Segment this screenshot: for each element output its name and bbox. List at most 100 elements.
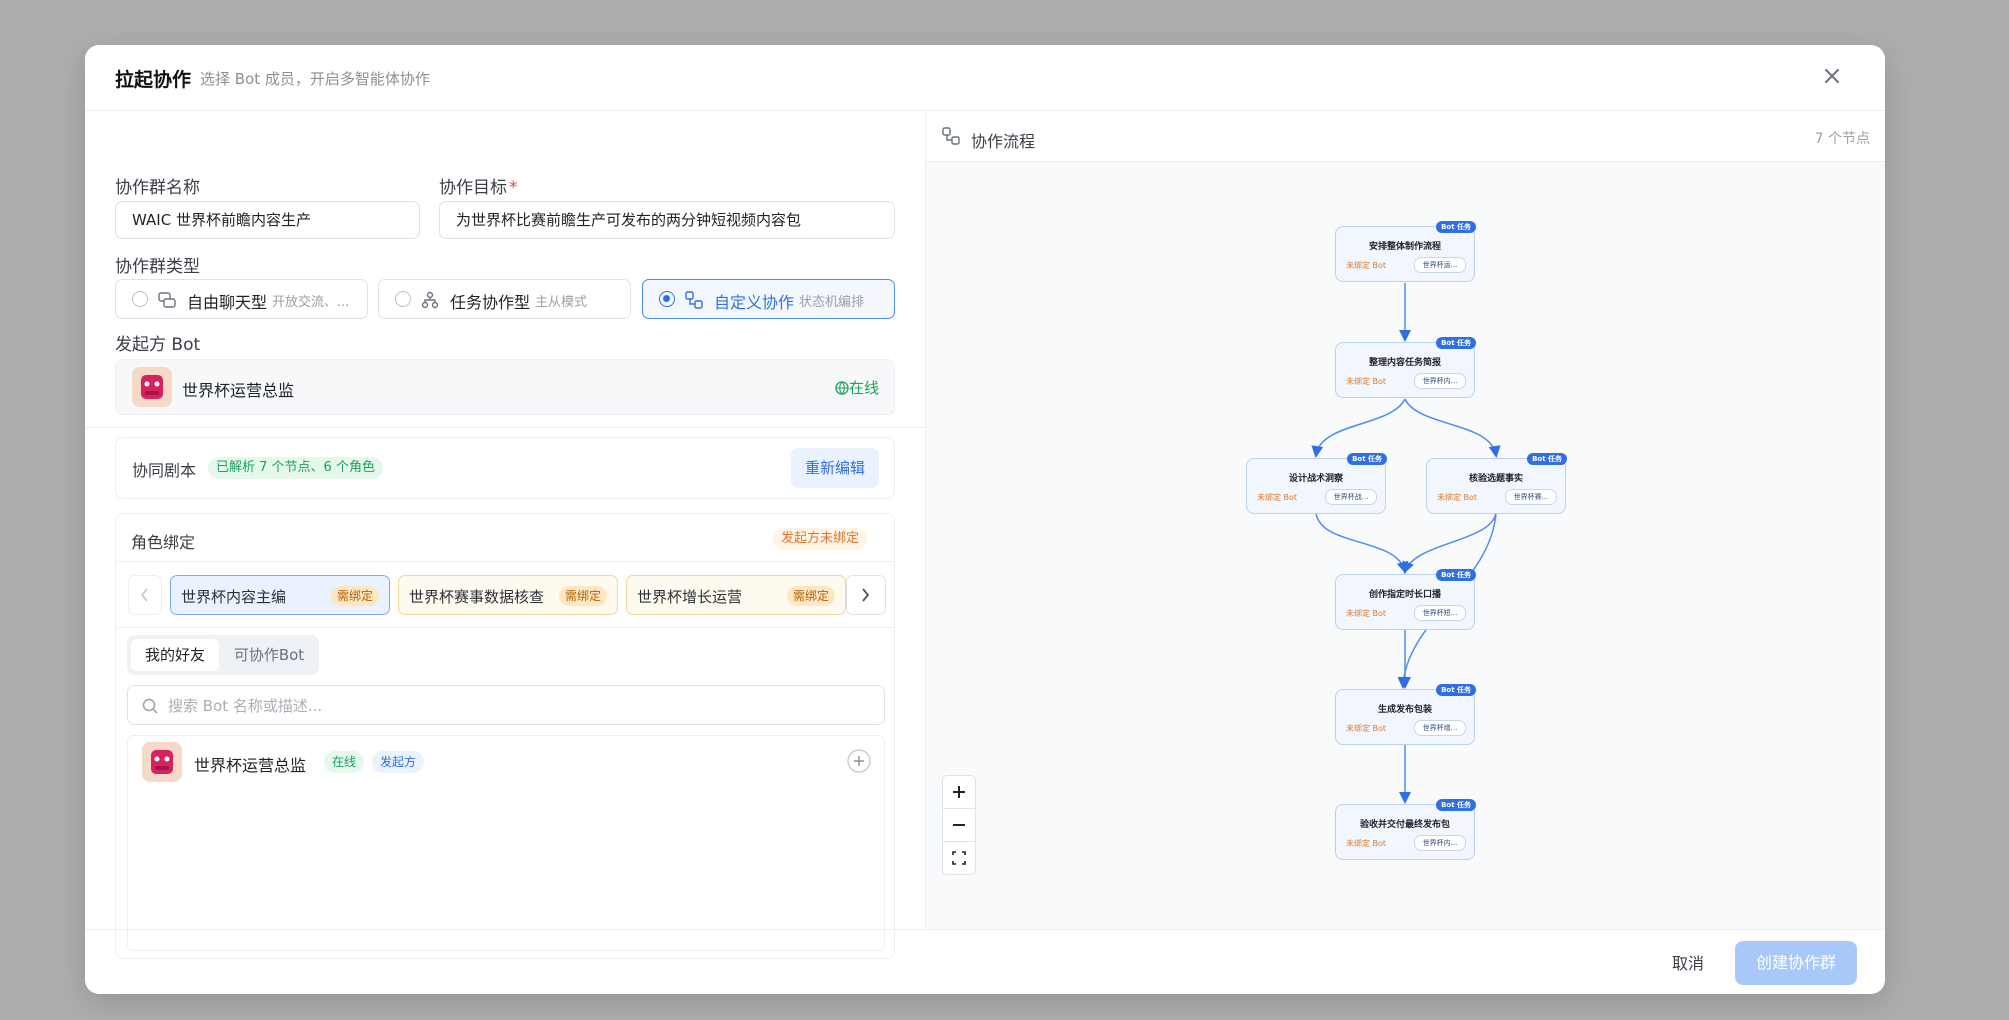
bot-task-tag: Bot 任务 bbox=[1436, 684, 1476, 696]
role-binding-label: 角色绑定 bbox=[131, 533, 196, 552]
bot-search-box[interactable]: 搜索 Bot 名称或描述... bbox=[127, 685, 885, 725]
avatar bbox=[132, 367, 172, 407]
chat-icon bbox=[158, 292, 176, 308]
role-chip[interactable]: 世界杯增长运营 需绑定 bbox=[626, 575, 846, 615]
flow-header: 协作流程 7 个节点 bbox=[926, 111, 1885, 162]
flow-node[interactable]: Bot 任务 生成发布包装 未绑定 Bot 世界杯增... bbox=[1335, 684, 1476, 745]
node-bot-badge: 世界杯赛... bbox=[1505, 489, 1557, 505]
bot-task-tag: Bot 任务 bbox=[1347, 453, 1387, 465]
flow-edge bbox=[1404, 398, 1501, 458]
divider bbox=[116, 627, 894, 628]
close-icon[interactable] bbox=[1819, 63, 1845, 89]
collaboration-modal: 拉起协作 选择 Bot 成员，开启多智能体协作 协作群名称 WAIC 世界杯前瞻… bbox=[85, 45, 1885, 994]
type-name: 自由聊天型 bbox=[187, 293, 268, 312]
zoom-out-button[interactable] bbox=[942, 808, 976, 842]
workflow-icon bbox=[942, 127, 960, 145]
flow-node-count: 7 个节点 bbox=[1814, 131, 1870, 147]
type-option-task[interactable]: 任务协作型 主从模式 bbox=[378, 279, 631, 319]
role-chip[interactable]: 世界杯赛事数据核查 需绑定 bbox=[398, 575, 618, 615]
avatar bbox=[142, 742, 182, 782]
left-panel: 协作群名称 WAIC 世界杯前瞻内容生产 协作目标 * 为世界杯比赛前瞻生产可发布… bbox=[85, 111, 925, 959]
flow-edge bbox=[1402, 512, 1497, 574]
minus-icon bbox=[953, 824, 965, 826]
bot-source-tabs: 我的好友 可协作Bot bbox=[127, 635, 319, 675]
search-input[interactable]: 搜索 Bot 名称或描述... bbox=[168, 695, 322, 716]
zoom-in-button[interactable] bbox=[942, 775, 976, 809]
node-bot-badge: 世界杯运... bbox=[1414, 257, 1466, 273]
chip-next-button[interactable] bbox=[846, 575, 886, 615]
type-option-custom[interactable]: 自定义协作 状态机编排 bbox=[642, 279, 895, 319]
modal-title: 拉起协作 bbox=[115, 69, 192, 91]
fit-view-button[interactable] bbox=[942, 841, 976, 875]
node-bot-badge: 世界杯增... bbox=[1414, 720, 1466, 736]
role-chip[interactable]: 世界杯内容主编 需绑定 bbox=[170, 575, 390, 615]
cancel-button[interactable]: 取消 bbox=[1672, 950, 1704, 974]
radio-selected-icon bbox=[659, 291, 675, 307]
tab-my-friends[interactable]: 我的好友 bbox=[131, 639, 219, 671]
flow-edge bbox=[1311, 398, 1406, 458]
type-label: 协作群类型 bbox=[115, 257, 200, 277]
script-card: 协同剧本 已解析 7 个节点、6 个角色 重新编辑 bbox=[115, 437, 895, 499]
group-name-label: 协作群名称 bbox=[115, 178, 200, 198]
flow-node[interactable]: Bot 任务 设计战术洞察 未绑定 Bot 世界杯战... bbox=[1246, 453, 1387, 514]
plus-icon bbox=[953, 786, 965, 798]
initiator-name: 世界杯运营总监 bbox=[182, 381, 295, 400]
flow-canvas: Bot 任务 安排整体制作流程 未绑定 Bot 世界杯运... Bot 任务 整… bbox=[926, 162, 1885, 929]
bot-task-tag: Bot 任务 bbox=[1527, 453, 1567, 465]
initiator-badge: 发起方 bbox=[372, 751, 425, 773]
radio-icon bbox=[395, 291, 411, 307]
divider bbox=[116, 561, 894, 562]
create-group-button[interactable]: 创建协作群 bbox=[1735, 941, 1857, 985]
flow-node[interactable]: Bot 任务 安排整体制作流程 未绑定 Bot 世界杯运... bbox=[1335, 221, 1476, 282]
type-option-free-chat[interactable]: 自由聊天型 开放交流、... bbox=[115, 279, 368, 319]
flow-node[interactable]: Bot 任务 验收并交付最终发布包 未绑定 Bot 世界杯内... bbox=[1335, 799, 1476, 860]
workflow-icon bbox=[685, 291, 703, 309]
script-label: 协同剧本 bbox=[132, 461, 197, 480]
flow-title: 协作流程 bbox=[971, 132, 1036, 151]
hierarchy-icon bbox=[421, 291, 439, 309]
type-name: 自定义协作 bbox=[714, 293, 795, 312]
initiator-unbound-badge: 发起方未绑定 bbox=[773, 528, 868, 550]
node-bot-badge: 世界杯内... bbox=[1414, 835, 1466, 851]
initiator-card: 世界杯运营总监 在线 bbox=[115, 359, 895, 415]
modal-header: 拉起协作 选择 Bot 成员，开启多智能体协作 bbox=[85, 45, 1885, 111]
node-bot-badge: 世界杯短... bbox=[1414, 605, 1466, 621]
initiator-status: 在线 bbox=[835, 377, 879, 398]
node-bot-badge: 世界杯内... bbox=[1414, 373, 1466, 389]
chevron-left-icon bbox=[140, 588, 148, 602]
group-name-input[interactable]: WAIC 世界杯前瞻内容生产 bbox=[115, 201, 420, 239]
reedit-button[interactable]: 重新编辑 bbox=[790, 448, 879, 488]
search-icon bbox=[142, 698, 158, 714]
online-badge: 在线 bbox=[324, 751, 365, 773]
node-bot-badge: 世界杯战... bbox=[1325, 489, 1377, 505]
flow-node[interactable]: Bot 任务 创作指定时长口播 未绑定 Bot 世界杯短... bbox=[1335, 569, 1476, 630]
bot-task-tag: Bot 任务 bbox=[1436, 799, 1476, 811]
goal-input[interactable]: 为世界杯比赛前瞻生产可发布的两分钟短视频内容包 bbox=[439, 201, 895, 239]
flow-panel: 协作流程 7 个节点 Bot 任务 安排整体制作流程 未绑定 Bot 世界杯运.… bbox=[926, 111, 1885, 929]
type-name: 任务协作型 bbox=[450, 293, 531, 312]
radio-icon bbox=[132, 291, 148, 307]
bot-task-tag: Bot 任务 bbox=[1436, 337, 1476, 349]
initiator-label: 发起方 Bot bbox=[115, 335, 201, 355]
type-desc: 状态机编排 bbox=[799, 295, 865, 310]
globe-icon bbox=[835, 381, 849, 395]
chip-prev-button[interactable] bbox=[128, 575, 162, 615]
bot-list: 世界杯运营总监 在线 发起方 bbox=[127, 735, 885, 951]
flow-node[interactable]: Bot 任务 整理内容任务简报 未绑定 Bot 世界杯内... bbox=[1335, 337, 1476, 398]
divider bbox=[85, 427, 925, 428]
type-desc: 开放交流、... bbox=[272, 295, 350, 310]
goal-label: 协作目标 * bbox=[439, 178, 518, 198]
tab-collab-bots[interactable]: 可协作Bot bbox=[223, 639, 315, 671]
modal-footer: 取消 创建协作群 bbox=[85, 929, 1885, 994]
type-desc: 主从模式 bbox=[535, 295, 588, 310]
script-parse-badge: 已解析 7 个节点、6 个角色 bbox=[208, 457, 383, 479]
bot-name: 世界杯运营总监 bbox=[194, 756, 307, 775]
add-bot-icon[interactable] bbox=[847, 749, 871, 773]
flow-edge bbox=[1315, 512, 1409, 574]
flow-node[interactable]: Bot 任务 核验选题事实 未绑定 Bot 世界杯赛... bbox=[1426, 453, 1567, 514]
modal-subtitle: 选择 Bot 成员，开启多智能体协作 bbox=[200, 70, 430, 88]
fullscreen-icon bbox=[952, 851, 966, 865]
bot-task-tag: Bot 任务 bbox=[1436, 569, 1476, 581]
chevron-right-icon bbox=[862, 588, 870, 602]
bot-task-tag: Bot 任务 bbox=[1436, 221, 1476, 233]
